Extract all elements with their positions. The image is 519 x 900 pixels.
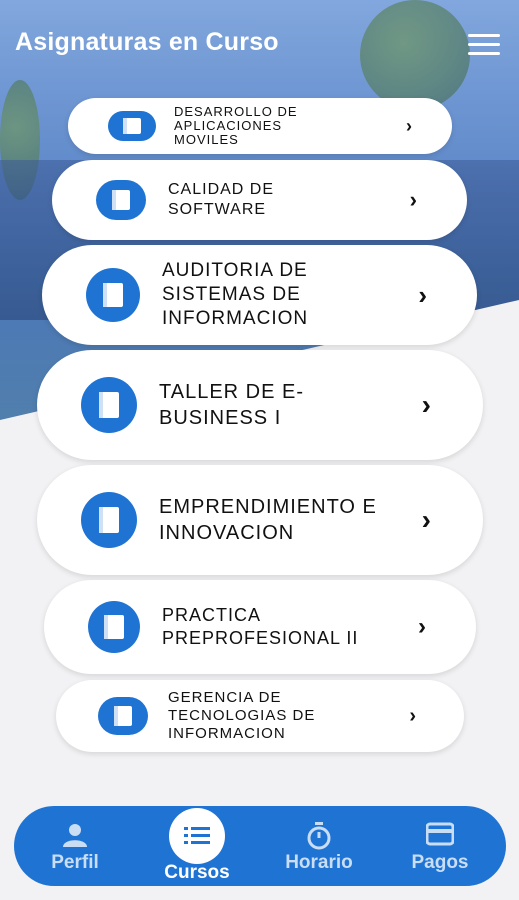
app-header: Asignaturas en Curso: [0, 0, 519, 90]
chevron-right-icon: ›: [418, 279, 427, 310]
course-name: AUDITORIA DE SISTEMAS DE INFORMACION: [162, 260, 309, 329]
course-card[interactable]: GERENCIA DE TECNOLOGIAS DE INFORMACION ›: [56, 680, 464, 752]
book-icon: [81, 377, 137, 433]
nav-label: Cursos: [164, 862, 230, 883]
course-name: DESARROLLO DE APLICACIONES MOVILES: [174, 104, 298, 147]
book-icon: [98, 697, 148, 735]
course-name: PRACTICA PREPROFESIONAL II: [162, 605, 359, 648]
credit-card-icon: [426, 822, 454, 846]
course-name: EMPRENDIMIENTO E INNOVACION: [159, 496, 377, 544]
course-name: TALLER DE E- BUSINESS I: [159, 381, 304, 429]
nav-pagos[interactable]: Pagos: [385, 806, 495, 886]
stopwatch-icon: [307, 822, 331, 850]
nav-horario[interactable]: Horario: [264, 806, 374, 886]
hamburger-menu-icon[interactable]: [468, 34, 502, 58]
user-icon: [63, 824, 87, 847]
course-card[interactable]: PRACTICA PREPROFESIONAL II ›: [44, 580, 476, 674]
nav-label: Pagos: [411, 852, 469, 873]
course-name: GERENCIA DE TECNOLOGIAS DE INFORMACION: [168, 689, 316, 742]
list-icon: [169, 808, 225, 864]
nav-perfil[interactable]: Perfil: [20, 806, 130, 886]
chevron-right-icon: ›: [409, 187, 417, 212]
course-card[interactable]: EMPRENDIMIENTO E INNOVACION ›: [37, 465, 483, 575]
course-card[interactable]: CALIDAD DE SOFTWARE ›: [52, 160, 467, 240]
bottom-navigation-bar: Perfil Horario Pagos: [14, 806, 506, 886]
book-icon: [86, 268, 140, 322]
chevron-right-icon: ›: [421, 389, 431, 420]
nav-label: Perfil: [51, 852, 99, 873]
chevron-right-icon: ›: [406, 115, 412, 136]
nav-cursos[interactable]: Cursos: [155, 796, 239, 892]
course-card[interactable]: DESARROLLO DE APLICACIONES MOVILES ›: [68, 98, 452, 154]
chevron-right-icon: ›: [421, 504, 431, 535]
course-card[interactable]: AUDITORIA DE SISTEMAS DE INFORMACION ›: [42, 245, 477, 345]
course-name: CALIDAD DE SOFTWARE: [168, 181, 275, 218]
course-card[interactable]: TALLER DE E- BUSINESS I ›: [37, 350, 483, 460]
book-icon: [96, 180, 146, 220]
nav-label: Horario: [285, 852, 353, 873]
page-title: Asignaturas en Curso: [15, 28, 279, 56]
chevron-right-icon: ›: [409, 704, 416, 727]
book-icon: [81, 492, 137, 548]
book-icon: [108, 111, 156, 141]
book-icon: [88, 601, 140, 653]
chevron-right-icon: ›: [418, 613, 426, 640]
